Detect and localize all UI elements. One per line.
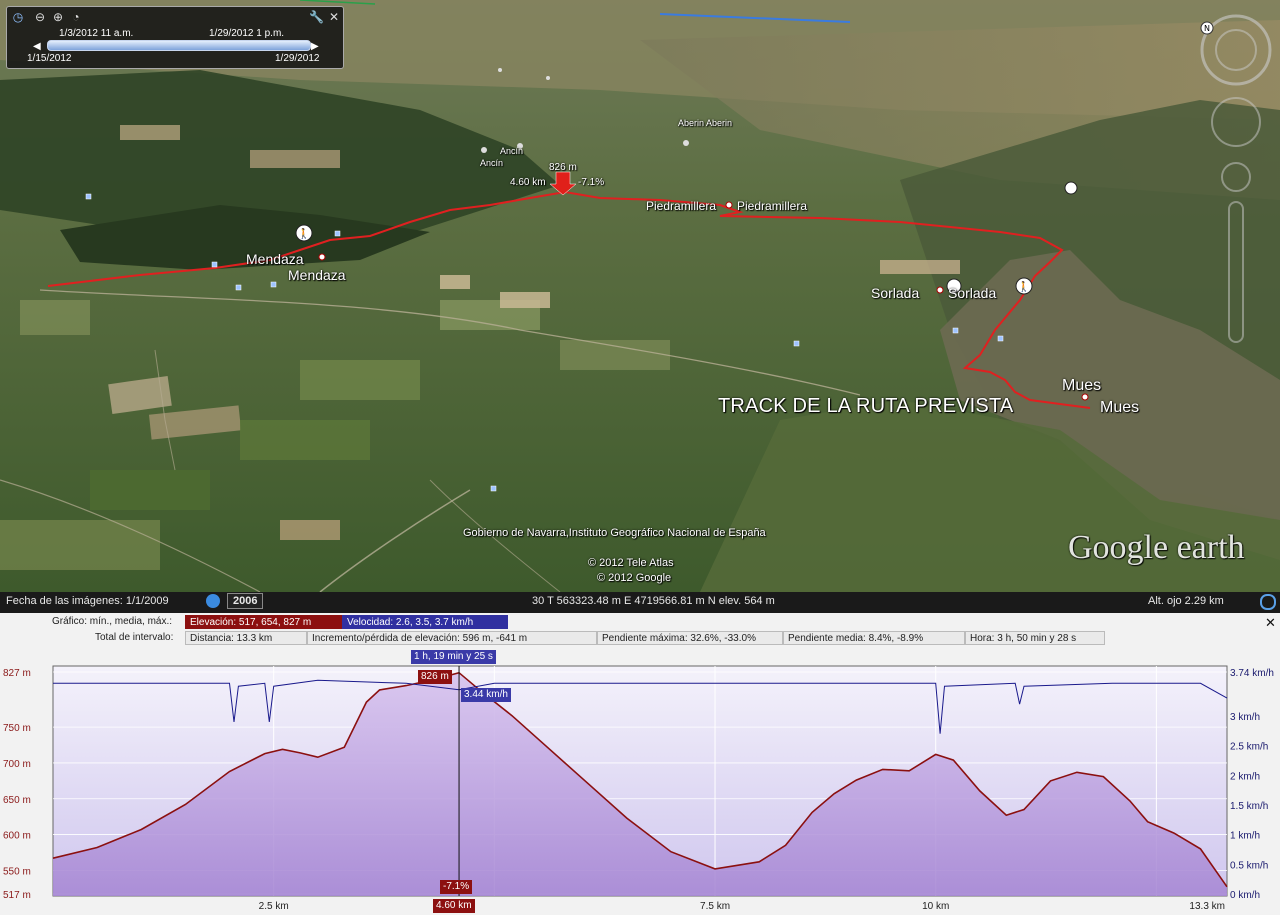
label-track-title: TRACK DE LA RUTA PREVISTA	[718, 395, 1014, 417]
x-tick-label: 13.3 km	[1189, 901, 1225, 912]
label-piedramillera-2: Piedramillera	[737, 199, 808, 213]
marker-distance: 4.60 km	[510, 177, 546, 188]
time-range-end: 1/29/2012 1 p.m.	[209, 28, 285, 39]
streaming-icon	[1260, 594, 1276, 610]
cursor-elevation-tag: 826 m	[418, 670, 452, 684]
map-view[interactable]: 🚶 🚶 ◷ ⊖ ⊕ ◔ 🔧 ✕ 1/3/2012 11 a.m. 1/29/20	[0, 0, 1280, 592]
x-tick-label: 2.5 km	[259, 901, 289, 912]
cursor-speed-tag: 3.44 km/h	[461, 688, 511, 702]
marker-elevation: 826 m	[549, 162, 577, 173]
clock-icon[interactable]: ◷	[11, 10, 25, 24]
historical-year-button[interactable]: 2006	[227, 593, 264, 609]
step-forward-icon[interactable]: ▶	[311, 41, 319, 52]
imagery-history-icon[interactable]	[206, 594, 220, 608]
svg-text:🚶: 🚶	[1018, 280, 1030, 293]
play-icon[interactable]: ◔	[69, 10, 83, 24]
time-slider-panel[interactable]: ◷ ⊖ ⊕ ◔ 🔧 ✕ 1/3/2012 11 a.m. 1/29/2012 1…	[6, 6, 344, 69]
label-ancin: Ancín	[480, 158, 504, 168]
y-left-tick-label: 517 m	[3, 890, 31, 901]
svg-text:N: N	[1204, 24, 1210, 33]
navigation-controls[interactable]: N	[1196, 12, 1276, 352]
label-mendaza: Mendaza	[246, 251, 304, 267]
label-mues: Mues	[1062, 377, 1102, 394]
status-bar: Fecha de las imágenes: 1/1/2009 2006 30 …	[0, 592, 1280, 613]
zoom-in-time-icon[interactable]: ⊕	[51, 10, 65, 24]
coordinates-readout: 30 T 563323.48 m E 4719566.81 m N elev. …	[532, 595, 775, 607]
elevation-profile-panel[interactable]: Gráfico: mín., media, máx.: Elevación: 5…	[0, 613, 1280, 915]
hiker-icon[interactable]	[1064, 181, 1078, 195]
y-right-tick-label: 2.5 km/h	[1230, 742, 1268, 753]
google-earth-logo: Google earth	[1068, 529, 1245, 566]
y-right-tick-label: 0.5 km/h	[1230, 860, 1268, 871]
x-tick-label: 7.5 km	[700, 901, 730, 912]
elevation-chart[interactable]: 827 m 750 m 700 m 650 m 600 m 550 m 517 m 3.74…	[0, 613, 1280, 915]
time-max-date: 1/29/2012	[275, 53, 320, 64]
label-sorlada: Sorlada	[871, 285, 920, 301]
y-left-tick-label: 600 m	[3, 831, 31, 842]
y-right-tick-label: 3 km/h	[1230, 712, 1260, 723]
imagery-date: Fecha de las imágenes: 1/1/2009	[6, 595, 169, 607]
cursor-distance-tag: 4.60 km	[433, 899, 475, 913]
time-min-date: 1/15/2012	[27, 53, 72, 64]
label-mendaza-2: Mendaza	[288, 267, 346, 283]
hiker-icon[interactable]: 🚶	[1015, 277, 1033, 295]
label-piedramillera: Piedramillera	[646, 199, 717, 213]
hiker-icon[interactable]: 🚶	[295, 224, 313, 242]
label-mues-2: Mues	[1100, 399, 1140, 416]
step-back-icon[interactable]: ◀	[33, 41, 41, 52]
y-left-tick-label: 650 m	[3, 795, 31, 806]
close-icon[interactable]: ✕	[327, 10, 341, 24]
eye-altitude: Alt. ojo 2.29 km	[1148, 595, 1224, 607]
zoom-out-time-icon[interactable]: ⊖	[33, 10, 47, 24]
y-right-tick-label: 1 km/h	[1230, 831, 1260, 842]
label-aberin: Aberin Aberin	[678, 118, 733, 128]
y-left-tick-label: 700 m	[3, 759, 31, 770]
marker-slope: -7.1%	[578, 177, 605, 188]
y-left-tick-label: 550 m	[3, 866, 31, 877]
time-range-start: 1/3/2012 11 a.m.	[59, 28, 134, 39]
cursor-slope-tag: -7.1%	[440, 880, 473, 894]
y-right-tick-label: 2 km/h	[1230, 771, 1260, 782]
svg-text:🚶: 🚶	[298, 227, 310, 240]
terrain-imagery: 🚶 🚶	[0, 0, 1280, 592]
label-ancin-2: Ancín	[500, 146, 524, 156]
y-right-tick-label: 1.5 km/h	[1230, 801, 1268, 812]
credit-google: © 2012 Google	[597, 572, 672, 584]
x-tick-label: 10 km	[922, 901, 949, 912]
credit-teleatlas: © 2012 Tele Atlas	[588, 557, 674, 569]
y-right-tick-label: 3.74 km/h	[1230, 668, 1274, 679]
time-slider-track[interactable]	[47, 40, 311, 51]
cursor-time-tag: 1 h, 19 min y 25 s	[411, 650, 496, 664]
y-right-tick-label: 0 km/h	[1230, 890, 1260, 901]
y-left-tick-label: 827 m	[3, 668, 31, 679]
label-sorlada-2: Sorlada	[948, 285, 997, 301]
y-left-tick-label: 750 m	[3, 723, 31, 734]
settings-wrench-icon[interactable]: 🔧	[309, 10, 324, 24]
credit-gobierno: Gobierno de Navarra,Instituto Geográfico…	[463, 527, 766, 539]
